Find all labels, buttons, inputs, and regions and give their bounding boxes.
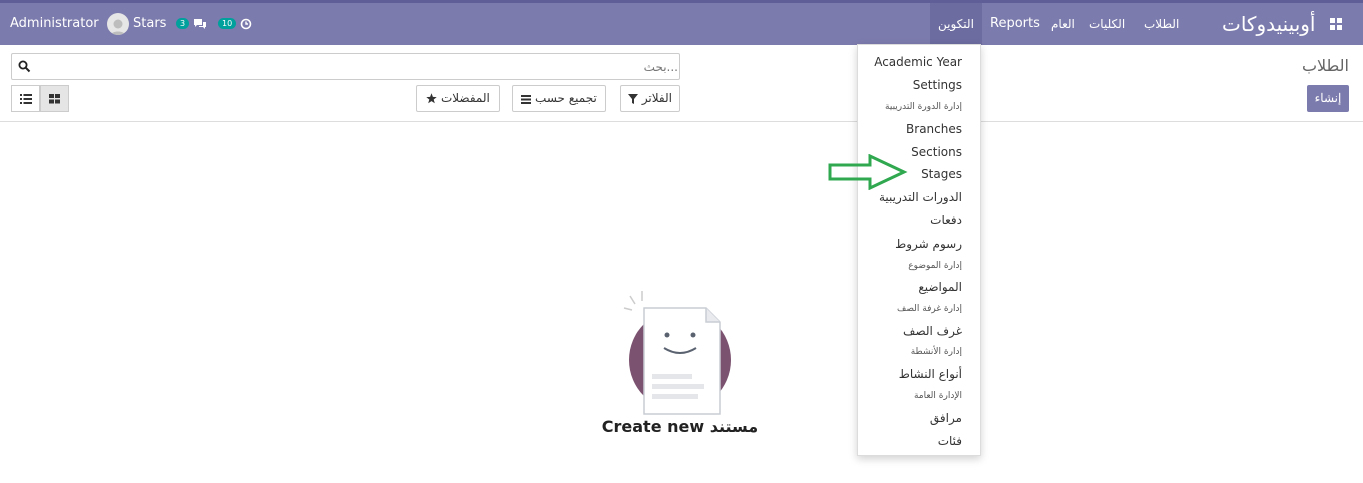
search-icon[interactable] <box>18 60 31 73</box>
search-bar[interactable] <box>11 53 680 80</box>
menu-header-activity-management: إدارة الأنشطة <box>910 347 962 357</box>
annotation-arrow-icon <box>828 154 908 190</box>
comments-icon <box>194 18 207 29</box>
list-icon <box>20 94 32 104</box>
user-name: Administrator <box>10 16 99 31</box>
user-silhouette-icon <box>110 19 126 35</box>
menu-item-branches[interactable]: Branches <box>906 122 962 136</box>
menu-item-courses[interactable]: الدورات التدريبية <box>879 190 962 204</box>
favorites-button[interactable]: المفضلات <box>416 85 500 112</box>
filters-label: الفلاتر <box>641 91 672 105</box>
star-icon <box>426 93 437 104</box>
group-by-label: تجميع حسب <box>535 91 597 105</box>
kanban-icon <box>49 94 60 104</box>
menu-item-classrooms[interactable]: غرف الصف <box>903 324 962 338</box>
stars-menu[interactable]: Stars <box>133 3 166 45</box>
menu-item-stages[interactable]: Stages <box>921 167 962 181</box>
apps-menu-button[interactable] <box>1330 3 1352 45</box>
kanban-view-button[interactable] <box>40 85 69 112</box>
menu-item-categories[interactable]: فئات <box>938 434 962 448</box>
menu-header-general-management: الإدارة العامة <box>913 391 962 401</box>
menu-reports[interactable]: Reports <box>990 3 1040 45</box>
messaging-button[interactable]: 3 <box>176 3 207 45</box>
filters-button[interactable]: الفلاتر <box>620 85 680 112</box>
list-view-button[interactable] <box>11 85 40 112</box>
menu-header-subject-management: إدارة الموضوع <box>908 261 962 271</box>
menu-item-facilities[interactable]: مرافق <box>930 411 962 425</box>
menu-students[interactable]: الطلاب <box>1144 3 1179 45</box>
clock-icon <box>241 18 252 29</box>
brand-title[interactable]: أوبينيدوكات <box>1222 3 1316 45</box>
control-panel-divider <box>0 121 1363 122</box>
activity-count-badge: 10 <box>218 18 237 29</box>
menu-item-batches[interactable]: دفعات <box>930 213 962 227</box>
menu-header-course-management: إدارة الدورة التدريبية <box>885 102 962 112</box>
top-navbar: أوبينيدوكات الطلاب الكليات العام Reports… <box>0 0 1363 45</box>
avatar <box>106 12 129 35</box>
menu-general[interactable]: العام <box>1051 3 1075 45</box>
grid-icon <box>1330 17 1342 30</box>
group-by-button[interactable]: تجميع حسب <box>512 85 606 112</box>
page-title: الطلاب <box>1301 56 1349 75</box>
empty-document-illustration <box>623 291 731 415</box>
app-page: أوبينيدوكات الطلاب الكليات العام Reports… <box>0 0 1363 483</box>
filter-icon <box>627 93 638 104</box>
bars-icon <box>521 94 532 104</box>
create-button[interactable]: إنشاء <box>1307 85 1349 112</box>
empty-state-message: Create new مستند <box>601 417 759 436</box>
favorites-label: المفضلات <box>440 91 490 105</box>
menu-item-activity-types[interactable]: أنواع النشاط <box>899 367 962 381</box>
menu-colleges[interactable]: الكليات <box>1089 3 1125 45</box>
user-menu[interactable]: Administrator <box>10 3 129 45</box>
search-input[interactable] <box>42 57 678 77</box>
menu-item-settings[interactable]: Settings <box>913 78 962 92</box>
chat-count-badge: 3 <box>176 18 190 29</box>
menu-item-academic-year[interactable]: Academic Year <box>874 55 962 69</box>
menu-item-sections[interactable]: Sections <box>911 145 962 159</box>
activity-button[interactable]: 10 <box>218 3 252 45</box>
configuration-dropdown: Academic Year Settings إدارة الدورة التد… <box>857 44 981 456</box>
menu-header-classroom-management: إدارة غرفة الصف <box>897 304 962 314</box>
menu-item-fees-terms[interactable]: رسوم شروط <box>895 237 962 251</box>
menu-item-subjects[interactable]: المواضيع <box>918 280 962 294</box>
menu-configuration[interactable]: التكوين <box>930 3 982 45</box>
